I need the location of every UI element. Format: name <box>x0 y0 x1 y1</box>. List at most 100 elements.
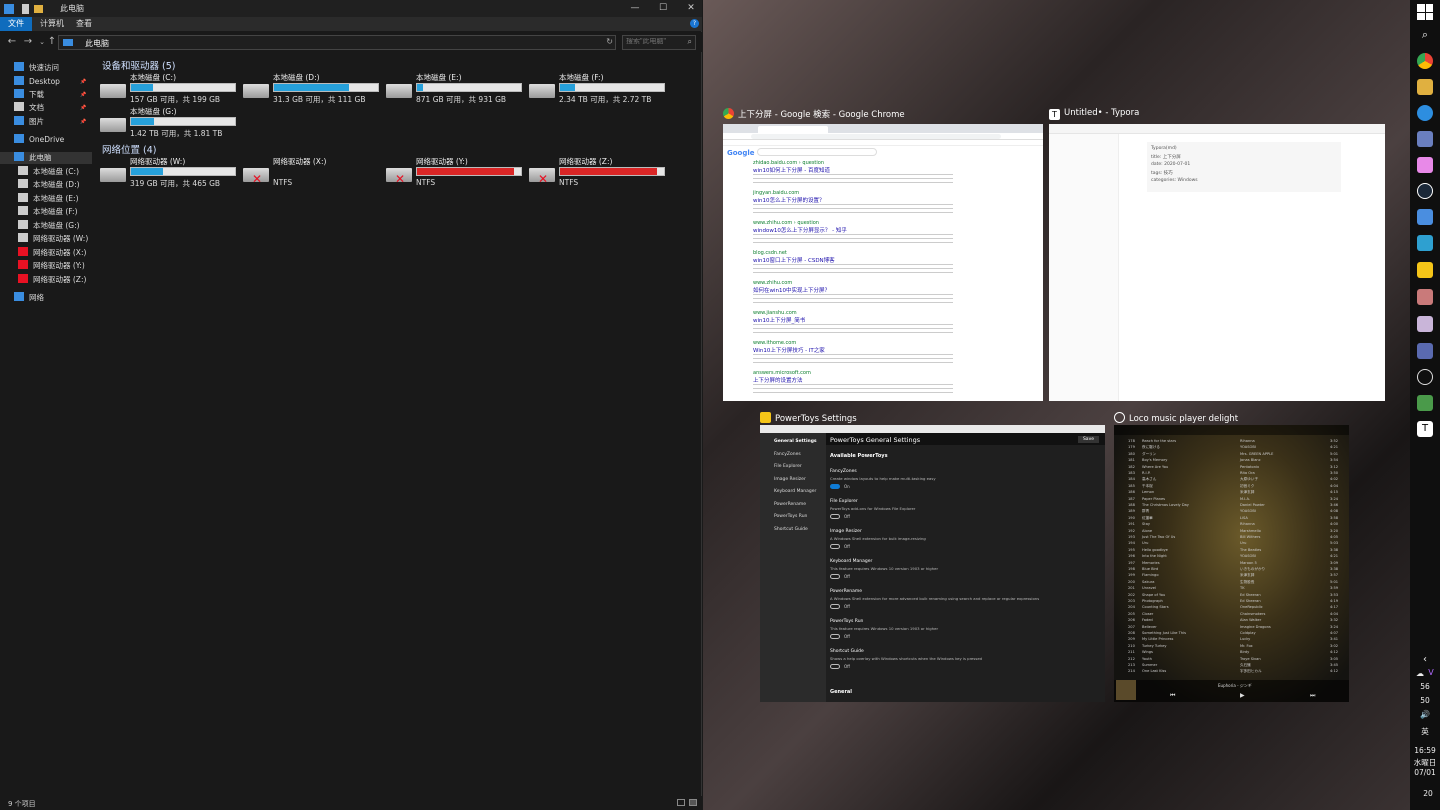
powertoy-toggle[interactable] <box>830 574 840 579</box>
local-drive[interactable]: 本地磁盘 (G:) 1.42 TB 可用，共 1.81 TB <box>92 106 236 142</box>
steam-taskbar-icon[interactable] <box>1417 183 1433 199</box>
sidebar-item[interactable]: 下载 📌 <box>14 89 86 101</box>
local-drive[interactable]: 本地磁盘 (E:) 871 GB 可用，共 931 GB <box>378 72 522 108</box>
tab-computer[interactable]: 计算机 <box>32 17 72 31</box>
vs-icon[interactable]: V <box>1416 668 1440 677</box>
powertoy-toggle[interactable] <box>830 664 840 669</box>
track-row[interactable]: 201 Unravel TK 3:59 <box>1122 586 1348 591</box>
search-result[interactable]: www.jianshu.com win10上下分屏_简书 <box>753 310 953 334</box>
properties-icon[interactable] <box>22 4 29 14</box>
result-title[interactable]: Win10上下分屏技巧 - IT之家 <box>753 346 953 354</box>
volume-icon[interactable]: 🔊 <box>1410 710 1440 719</box>
network-drive[interactable]: ✕ 网络驱动器 (Y:) NTFS <box>378 156 522 192</box>
track-row[interactable]: 213 Summer 久石譲 3:45 <box>1122 663 1348 668</box>
powertoys-taskbar-icon[interactable] <box>1417 262 1433 278</box>
chevron-left-icon[interactable]: ‹ <box>1410 654 1440 665</box>
result-title[interactable]: 如何在win10中实现上下分屏？ <box>753 286 953 294</box>
image-taskbar-icon[interactable] <box>1417 395 1433 411</box>
sidebar-item[interactable]: 本地磁盘 (G:) <box>18 220 80 232</box>
track-row[interactable]: 190 紅蓮華 LiSA 3:58 <box>1122 516 1348 521</box>
track-row[interactable]: 209 My Little Princess Lucky 3:41 <box>1122 637 1348 642</box>
powertoys-nav-item[interactable]: PowerToys Run <box>774 514 807 519</box>
large-icons-view-icon[interactable] <box>689 799 697 806</box>
pin-icon[interactable]: 📌 <box>80 89 86 101</box>
track-row[interactable]: 206 Faded Alan Walker 3:32 <box>1122 618 1348 623</box>
details-view-icon[interactable] <box>677 799 685 806</box>
result-title[interactable]: window10怎么上下分屏显示？ - 知乎 <box>753 226 953 234</box>
back-button[interactable]: ← <box>6 36 18 48</box>
game-taskbar-icon[interactable] <box>1417 209 1433 225</box>
google-search-box[interactable] <box>757 148 877 156</box>
address-bar[interactable]: 此电脑 ↻ <box>58 35 616 50</box>
result-title[interactable]: 上下分屏的设置方法 <box>753 376 953 384</box>
maximize-button[interactable]: ☐ <box>648 0 678 17</box>
network-drive[interactable]: ✕ 网络驱动器 (X:) NTFS <box>235 156 375 192</box>
pin-icon[interactable]: 📌 <box>80 116 86 128</box>
app-taskbar-icon[interactable] <box>1417 131 1433 147</box>
track-row[interactable]: 203 Photograph Ed Sheeran 4:19 <box>1122 599 1348 604</box>
start-button[interactable] <box>1417 4 1433 20</box>
next-track-icon[interactable]: ⏭ <box>1310 692 1315 700</box>
track-row[interactable]: 199 Flamingo 米津玄師 3:57 <box>1122 573 1348 578</box>
track-row[interactable]: 186 Lemon 米津玄師 4:15 <box>1122 490 1348 495</box>
powertoys-nav-item[interactable]: PowerRename <box>774 502 806 507</box>
track-row[interactable]: 184 高木さん 大原ゆい子 4:02 <box>1122 477 1348 482</box>
sidebar-item[interactable]: 本地磁盘 (F:) <box>18 206 78 218</box>
play-icon[interactable]: ▶ <box>1240 692 1245 699</box>
powertoys-window-label[interactable]: PowerToys Settings <box>760 412 857 424</box>
loco-window-thumbnail[interactable]: 178 Reach for the stars Rihanna 3:52 179 夜に駆け… <box>1114 425 1349 702</box>
chrome-taskbar-icon[interactable] <box>1417 53 1433 69</box>
typora-taskbar-icon[interactable]: T <box>1417 421 1433 437</box>
track-row[interactable]: 197 Memories Maroon 5 3:09 <box>1122 561 1348 566</box>
clock-time[interactable]: 16:59 <box>1410 746 1440 755</box>
chrome-window-label[interactable]: 上下分屏 - Google 検索 - Google Chrome <box>723 108 905 120</box>
settings-taskbar-icon[interactable] <box>1417 105 1433 121</box>
track-row[interactable]: 178 Reach for the stars Rihanna 3:52 <box>1122 439 1348 444</box>
track-row[interactable]: 210 Turkey Turkey Mr. Fox 3:02 <box>1122 644 1348 649</box>
sidebar-item[interactable]: 本地磁盘 (C:) <box>18 166 79 178</box>
track-row[interactable]: 212 Youth Troye Sivan 3:05 <box>1122 657 1348 662</box>
sidebar-item[interactable]: 网络驱动器 (W:) <box>18 233 88 245</box>
track-row[interactable]: 185 千本桜 初音ミク 4:04 <box>1122 484 1348 489</box>
section-network[interactable]: 网络位置 (4) <box>102 142 156 156</box>
track-row[interactable]: 205 Closer Chainsmokers 4:04 <box>1122 612 1348 617</box>
tab-file[interactable]: 文件 <box>0 17 32 31</box>
refresh-icon[interactable]: ↻ <box>606 37 613 46</box>
powertoy-toggle[interactable] <box>830 514 840 519</box>
sidebar-item[interactable]: 本地磁盘 (E:) <box>18 193 79 205</box>
network-drive[interactable]: ✕ 网络驱动器 (Z:) NTFS <box>521 156 665 192</box>
anime-app-taskbar-icon[interactable] <box>1417 289 1433 305</box>
forward-button[interactable]: → <box>22 36 34 48</box>
sidebar-item[interactable]: 图片 📌 <box>14 116 86 128</box>
local-drive[interactable]: 本地磁盘 (D:) 31.3 GB 可用，共 111 GB <box>235 72 379 108</box>
sidebar-item[interactable]: 网络驱动器 (Y:) <box>18 260 85 272</box>
track-row[interactable]: 189 群青 YOASOBI 4:08 <box>1122 509 1348 514</box>
track-row[interactable]: 179 夜に駆ける YOASOBI 4:21 <box>1122 445 1348 450</box>
loco-window-label[interactable]: Loco music player delight <box>1114 412 1238 424</box>
result-title[interactable]: win10上下分屏_简书 <box>753 316 953 324</box>
anime-app2-taskbar-icon[interactable] <box>1417 316 1433 332</box>
previous-track-icon[interactable]: ⏮ <box>1170 692 1175 700</box>
sidebar-item[interactable]: OneDrive <box>14 134 64 146</box>
track-row[interactable]: 207 Believer Imagine Dragons 3:24 <box>1122 625 1348 630</box>
powertoys-nav-item[interactable]: File Explorer <box>774 464 802 469</box>
track-row[interactable]: 195 Hello goodbye The Beatles 3:38 <box>1122 548 1348 553</box>
search-result[interactable]: jingyan.baidu.com win10怎么上下分屏的设置？ <box>753 190 953 214</box>
search-input[interactable] <box>626 38 686 45</box>
network-drive[interactable]: 网络驱动器 (W:) 319 GB 可用，共 465 GB <box>92 156 236 192</box>
typora-window-label[interactable]: T Untitled• - Typora <box>1049 108 1139 120</box>
sidebar-item[interactable]: 此电脑 <box>0 152 92 164</box>
butterfly-taskbar-icon[interactable] <box>1417 157 1433 173</box>
track-row[interactable]: 214 One Last Kiss 宇多田ヒカル 4:12 <box>1122 669 1348 674</box>
up-button[interactable]: ↑ <box>46 36 58 48</box>
powertoy-toggle[interactable] <box>830 634 840 639</box>
powertoys-nav-item[interactable]: FancyZones <box>774 452 801 457</box>
search-result[interactable]: www.ithome.com Win10上下分屏技巧 - IT之家 <box>753 340 953 364</box>
pin-icon[interactable]: 📌 <box>80 102 86 114</box>
track-row[interactable]: 200 Sakura 生物股長 5:01 <box>1122 580 1348 585</box>
track-row[interactable]: 180 ダーリン Mrs. GREEN APPLE 5:01 <box>1122 452 1348 457</box>
search-box[interactable]: ⌕ <box>622 35 696 50</box>
powertoys-nav-item[interactable]: Keyboard Manager <box>774 489 816 494</box>
track-row[interactable]: 187 Paper Planes M.I.A. 3:24 <box>1122 497 1348 502</box>
pin-icon[interactable]: 📌 <box>80 76 86 88</box>
